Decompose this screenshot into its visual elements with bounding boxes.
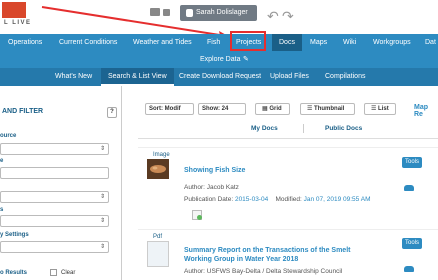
projects-highlight-box — [230, 31, 266, 51]
list-view-button[interactable]: ☰ List — [364, 103, 396, 115]
tab-underline — [138, 138, 438, 139]
pub-date-label: Publication Date: — [184, 196, 234, 203]
nav-current-conditions[interactable]: Current Conditions — [59, 34, 117, 51]
nav-wiki[interactable]: Wiki — [343, 34, 356, 51]
caret-icon: ⇕ — [99, 244, 105, 250]
tab-upload-files[interactable]: Upload Files — [270, 68, 309, 86]
plus-badge-icon — [197, 215, 202, 220]
document-title[interactable]: Summary Report on the Transactions of th… — [184, 246, 374, 264]
caret-icon: ⇕ — [99, 194, 105, 200]
clear-checkbox[interactable] — [50, 269, 57, 276]
docs-subnav: What's New Search & List View Create Dow… — [0, 68, 438, 86]
source-select[interactable]: ⇕ — [0, 143, 109, 155]
settings-select[interactable]: ⇕ — [0, 241, 109, 253]
show-value: Show: 24 — [202, 106, 229, 112]
filter-panel-title: AND FILTER — [2, 108, 44, 115]
grid-view-button[interactable]: ▦ Grid — [255, 103, 290, 115]
nav-fish[interactable]: Fish — [207, 34, 220, 51]
sort-select[interactable]: Sort: Modif — [145, 103, 194, 115]
tab-divider — [303, 124, 304, 133]
help-button[interactable]: ? — [107, 107, 117, 118]
caret-icon: ⇕ — [99, 146, 105, 152]
nav-docs[interactable]: Docs — [272, 34, 302, 51]
map-results-link[interactable]: Map Re — [414, 104, 438, 118]
nav-weather-tides[interactable]: Weather and Tides — [133, 34, 192, 51]
tab-compilations[interactable]: Compilations — [325, 68, 365, 86]
caret-icon: ⇕ — [99, 218, 105, 224]
add-to-compilation-icon[interactable] — [192, 210, 202, 220]
tab-public-docs[interactable]: Public Docs — [325, 125, 362, 132]
filter-label-e: e — [0, 158, 4, 164]
main-nav: Operations Current Conditions Weather an… — [0, 34, 438, 51]
document-thumbnail[interactable] — [147, 159, 169, 179]
document-type: Image — [153, 152, 170, 158]
filter-select-2[interactable]: ⇕ — [0, 215, 109, 227]
group-share-icon[interactable] — [404, 266, 414, 272]
filter-select[interactable]: ⇕ — [0, 191, 109, 203]
source-label: ource — [0, 133, 17, 139]
sub-bar: Explore Data ✎ — [0, 51, 438, 68]
document-dates: Publication Date: 2015-03-04 Modified: J… — [184, 196, 370, 203]
grid-label: Grid — [269, 106, 282, 112]
document-author: Author: USFWS Bay-Delta / Delta Stewards… — [184, 268, 343, 275]
nav-data[interactable]: Dat — [425, 34, 436, 51]
results-label: o Results — [0, 270, 28, 276]
modified-value: Jan 07, 2019 09:55 AM — [303, 196, 371, 203]
thumbnail-label: Thumbnail — [314, 106, 345, 112]
modified-label: Modified: — [275, 196, 302, 203]
explore-data-link[interactable]: Explore Data — [200, 51, 240, 68]
group-share-icon[interactable] — [404, 185, 414, 191]
sort-value: Sort: Modif — [149, 106, 181, 112]
pdf-thumbnail[interactable] — [147, 241, 169, 267]
pub-date-value: 2015-03-04 — [234, 196, 269, 203]
tab-search-list-view[interactable]: Search & List View — [101, 68, 174, 86]
tab-my-docs[interactable]: My Docs — [251, 125, 278, 132]
edit-icon[interactable]: ✎ — [243, 51, 249, 68]
nav-operations[interactable]: Operations — [8, 34, 42, 51]
document-author: Author: Jacob Katz — [184, 184, 239, 191]
settings-label: y Settings — [0, 232, 29, 238]
tab-create-download-request[interactable]: Create Download Request — [179, 68, 261, 86]
clear-label[interactable]: Clear — [61, 270, 75, 276]
tools-button[interactable]: Tools — [402, 238, 422, 249]
filter-input[interactable] — [0, 167, 109, 179]
nav-workgroups[interactable]: Workgroups — [373, 34, 411, 51]
tools-button[interactable]: Tools — [402, 157, 422, 168]
show-count-select[interactable]: Show: 24 — [198, 103, 246, 115]
document-card — [138, 147, 438, 229]
list-label: List — [378, 106, 389, 112]
document-title[interactable]: Showing Fish Size — [184, 166, 245, 175]
thumbnail-view-button[interactable]: ☰ Thumbnail — [300, 103, 355, 115]
document-type: Pdf — [153, 234, 163, 240]
nav-maps[interactable]: Maps — [310, 34, 327, 51]
filter-label-s: s — [0, 207, 4, 213]
tab-whats-new[interactable]: What's New — [55, 68, 92, 86]
